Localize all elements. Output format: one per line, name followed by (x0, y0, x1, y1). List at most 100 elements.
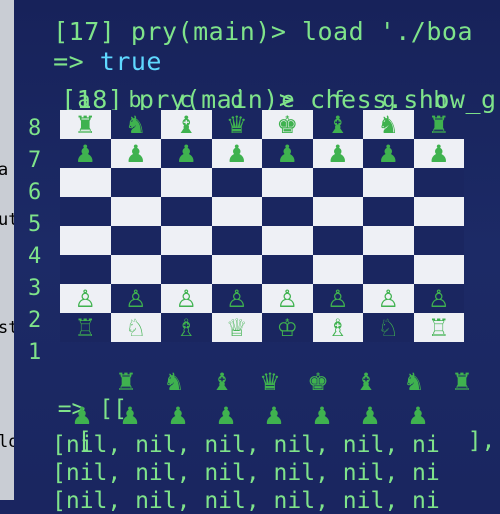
result-piece: ♝ (211, 368, 233, 396)
chess-piece: ♚ (276, 110, 299, 139)
board-square (60, 255, 111, 284)
board-square (262, 168, 313, 197)
result-bracket: ], (467, 428, 496, 454)
board-square (312, 226, 363, 255)
chess-piece: ♙ (175, 284, 198, 313)
chess-piece: ♟ (276, 139, 299, 168)
nil-row: [nil, nil, nil, nil, nil, ni (52, 488, 440, 514)
fragment: st (0, 318, 14, 338)
board-square (110, 197, 161, 226)
chess-piece: ♝ (326, 110, 349, 139)
rank-label: 1 (28, 340, 42, 365)
board-square (211, 197, 262, 226)
chess-piece: ♔ (276, 313, 299, 342)
chess-piece: ♞ (124, 110, 147, 139)
board-square (110, 168, 161, 197)
chess-piece: ♗ (326, 313, 349, 342)
chess-board: ♜ ♞ ♝ ♛ ♚ ♝ ♞ ♜ ♟ ♟ ♟ ♟ ♟ ♟ ♟ ♟ ♙ ♙ ♙ ♙ ♙ ♙ ♙ ♙ ♖ ♘ ♗ ♕ ♔ ♗ ♘ ♖ (60, 110, 464, 342)
result-piece: ♟ (167, 402, 189, 430)
board-square (60, 226, 111, 255)
result-piece: ♜ (451, 368, 473, 396)
result-piece: ♚ (307, 368, 329, 396)
result-piece: ♟ (311, 402, 333, 430)
chess-piece: ♙ (326, 284, 349, 313)
chess-piece: ♟ (225, 139, 248, 168)
board-square (413, 226, 464, 255)
command: load './boa (286, 17, 474, 46)
chess-piece: ♟ (326, 139, 349, 168)
board-square (413, 168, 464, 197)
board-square (161, 168, 212, 197)
board-square (211, 168, 262, 197)
board-square (161, 255, 212, 284)
result-piece: ♟ (119, 402, 141, 430)
left-window-edge: a ut st lo (0, 0, 14, 500)
rank-label: 2 (28, 308, 42, 333)
chess-piece: ♝ (175, 110, 198, 139)
result-piece: ♞ (163, 368, 185, 396)
chess-piece: ♙ (377, 284, 400, 313)
chess-piece: ♙ (225, 284, 248, 313)
chess-piece: ♙ (276, 284, 299, 313)
chess-piece: ♟ (175, 139, 198, 168)
chess-piece: ♜ (427, 110, 450, 139)
result-piece: ♟ (359, 402, 381, 430)
chess-piece: ♖ (427, 313, 450, 342)
rank-label: 5 (28, 212, 42, 237)
board-square (312, 168, 363, 197)
rank-label: 7 (28, 148, 42, 173)
rank-label: 6 (28, 180, 42, 205)
rank-label: 8 (28, 116, 42, 141)
result-piece: ♟ (263, 402, 285, 430)
chess-piece: ♘ (124, 313, 147, 342)
result-line-2-close: ], (440, 402, 496, 454)
board-square (211, 255, 262, 284)
chess-piece: ♙ (427, 284, 450, 313)
chess-piece: ♙ (74, 284, 97, 313)
rank-label: 3 (28, 276, 42, 301)
board-square (60, 197, 111, 226)
result-piece: ♛ (259, 368, 281, 396)
board-square (211, 226, 262, 255)
board-square (110, 226, 161, 255)
chess-piece: ♗ (175, 313, 198, 342)
nil-row: [nil, nil, nil, nil, nil, ni (52, 460, 440, 486)
board-square (262, 226, 313, 255)
result-piece: ♟ (407, 402, 429, 430)
board-square (413, 197, 464, 226)
board-square (363, 197, 414, 226)
chess-piece: ♟ (377, 139, 400, 168)
board-square (363, 168, 414, 197)
result-piece: ♜ (115, 368, 137, 396)
chess-piece: ♞ (377, 110, 400, 139)
board-square (161, 197, 212, 226)
board-square (312, 197, 363, 226)
chess-piece: ♛ (225, 110, 248, 139)
result-piece: ♟ (71, 402, 93, 430)
chess-piece: ♟ (124, 139, 147, 168)
result-piece: ♝ (355, 368, 377, 396)
rank-label: 4 (28, 244, 42, 269)
file-labels: a b c d e f g h (0, 88, 500, 113)
board-square (60, 168, 111, 197)
result-piece: ♞ (403, 368, 425, 396)
chess-piece: ♜ (74, 110, 97, 139)
board-square (110, 255, 161, 284)
chess-piece: ♘ (377, 313, 400, 342)
board-square (413, 255, 464, 284)
chess-piece: ♕ (225, 313, 248, 342)
chess-piece: ♙ (124, 284, 147, 313)
fragment: a (0, 160, 9, 180)
fragment: lo (0, 432, 14, 452)
board-square (262, 255, 313, 284)
board-square (161, 226, 212, 255)
board-square (262, 197, 313, 226)
chess-piece: ♟ (74, 139, 97, 168)
board-square (363, 226, 414, 255)
fragment: ut (0, 210, 14, 230)
result-piece: ♟ (215, 402, 237, 430)
chess-piece: ♟ (427, 139, 450, 168)
board-square (363, 255, 414, 284)
chess-piece: ♖ (74, 313, 97, 342)
board-square (312, 255, 363, 284)
